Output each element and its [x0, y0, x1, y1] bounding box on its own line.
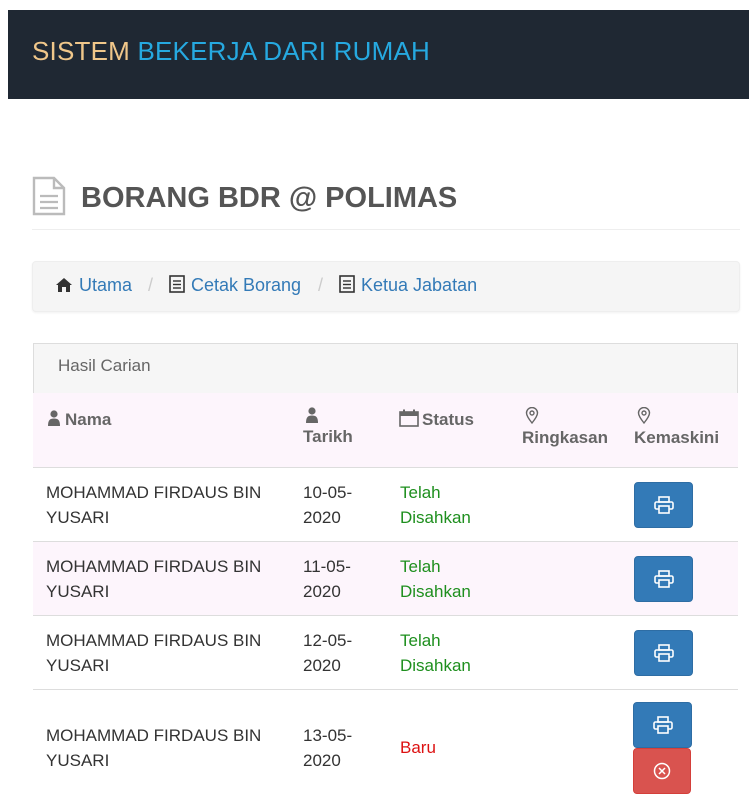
- print-button[interactable]: [634, 556, 693, 602]
- breadcrumb-separator: /: [148, 275, 154, 295]
- user-icon: [48, 410, 60, 426]
- location-pin-icon: [525, 407, 539, 424]
- cancel-button[interactable]: [633, 748, 691, 794]
- user-icon: [306, 407, 318, 423]
- panel-heading: Hasil Carian: [33, 343, 738, 393]
- column-header-ringkasan: Ringkasan: [522, 407, 608, 450]
- breadcrumb-label: Utama: [79, 275, 133, 295]
- table-header: Nama Tarikh Status Ringkasan Kemaskini: [33, 393, 738, 468]
- cell-nama: MOHAMMAD FIRDAUS BIN YUSARI: [46, 557, 262, 601]
- cell-tarikh: 12-05- 2020: [303, 631, 353, 675]
- print-button[interactable]: [634, 482, 693, 528]
- cell-nama: MOHAMMAD FIRDAUS BIN YUSARI: [46, 631, 262, 675]
- brand[interactable]: SISTEM BEKERJA DARI RUMAH: [32, 36, 430, 67]
- list-icon: [339, 275, 355, 293]
- brand-part2: BEKERJA DARI RUMAH: [137, 36, 430, 66]
- document-icon: [32, 176, 66, 216]
- breadcrumb: Utama / Cetak Borang / Ketua Jabatan: [32, 261, 740, 312]
- panel-title: Hasil Carian: [58, 356, 151, 375]
- breadcrumb-label: Cetak Borang: [191, 275, 302, 295]
- print-icon: [653, 644, 674, 662]
- home-icon: [56, 278, 72, 292]
- cell-status: Telah Disahkan: [400, 631, 471, 675]
- cell-status: Telah Disahkan: [400, 557, 471, 601]
- calendar-icon: [399, 409, 419, 427]
- breadcrumb-cetak-borang[interactable]: Cetak Borang: [169, 275, 301, 296]
- cell-tarikh: 13-05- 2020: [303, 726, 353, 770]
- page-header: BORANG BDR @ POLIMAS: [32, 172, 740, 230]
- print-icon: [652, 716, 673, 734]
- location-pin-icon: [637, 407, 651, 424]
- print-icon: [653, 570, 674, 588]
- table-row: MOHAMMAD FIRDAUS BIN YUSARI 13-05- 2020 …: [33, 690, 738, 803]
- print-button[interactable]: [633, 702, 692, 748]
- cell-nama: MOHAMMAD FIRDAUS BIN YUSARI: [46, 726, 262, 770]
- table-row: MOHAMMAD FIRDAUS BIN YUSARI 11-05- 2020 …: [33, 542, 738, 616]
- column-header-status: Status: [399, 407, 474, 432]
- navbar: SISTEM BEKERJA DARI RUMAH: [8, 10, 749, 99]
- print-button[interactable]: [634, 630, 693, 676]
- cell-tarikh: 11-05- 2020: [303, 557, 351, 601]
- table-row: MOHAMMAD FIRDAUS BIN YUSARI 10-05- 2020 …: [33, 468, 738, 542]
- breadcrumb-label: Ketua Jabatan: [361, 275, 478, 295]
- page-title: BORANG BDR @ POLIMAS: [81, 182, 458, 214]
- column-header-nama: Nama: [47, 407, 111, 432]
- breadcrumb-ketua-jabatan[interactable]: Ketua Jabatan: [339, 275, 477, 296]
- cell-status: Telah Disahkan: [400, 483, 471, 527]
- print-icon: [653, 496, 674, 514]
- breadcrumb-separator: /: [318, 275, 324, 295]
- column-header-tarikh: Tarikh: [303, 407, 353, 449]
- cell-tarikh: 10-05- 2020: [303, 483, 353, 527]
- column-header-kemaskini: Kemaskini: [634, 407, 719, 450]
- brand-part1: SISTEM: [32, 36, 130, 66]
- cell-nama: MOHAMMAD FIRDAUS BIN YUSARI: [46, 483, 262, 527]
- cancel-circle-icon: [653, 762, 671, 780]
- breadcrumb-utama[interactable]: Utama: [55, 275, 132, 296]
- list-icon: [169, 275, 185, 293]
- table-row: MOHAMMAD FIRDAUS BIN YUSARI 12-05- 2020 …: [33, 616, 738, 690]
- cell-status: Baru: [400, 738, 436, 757]
